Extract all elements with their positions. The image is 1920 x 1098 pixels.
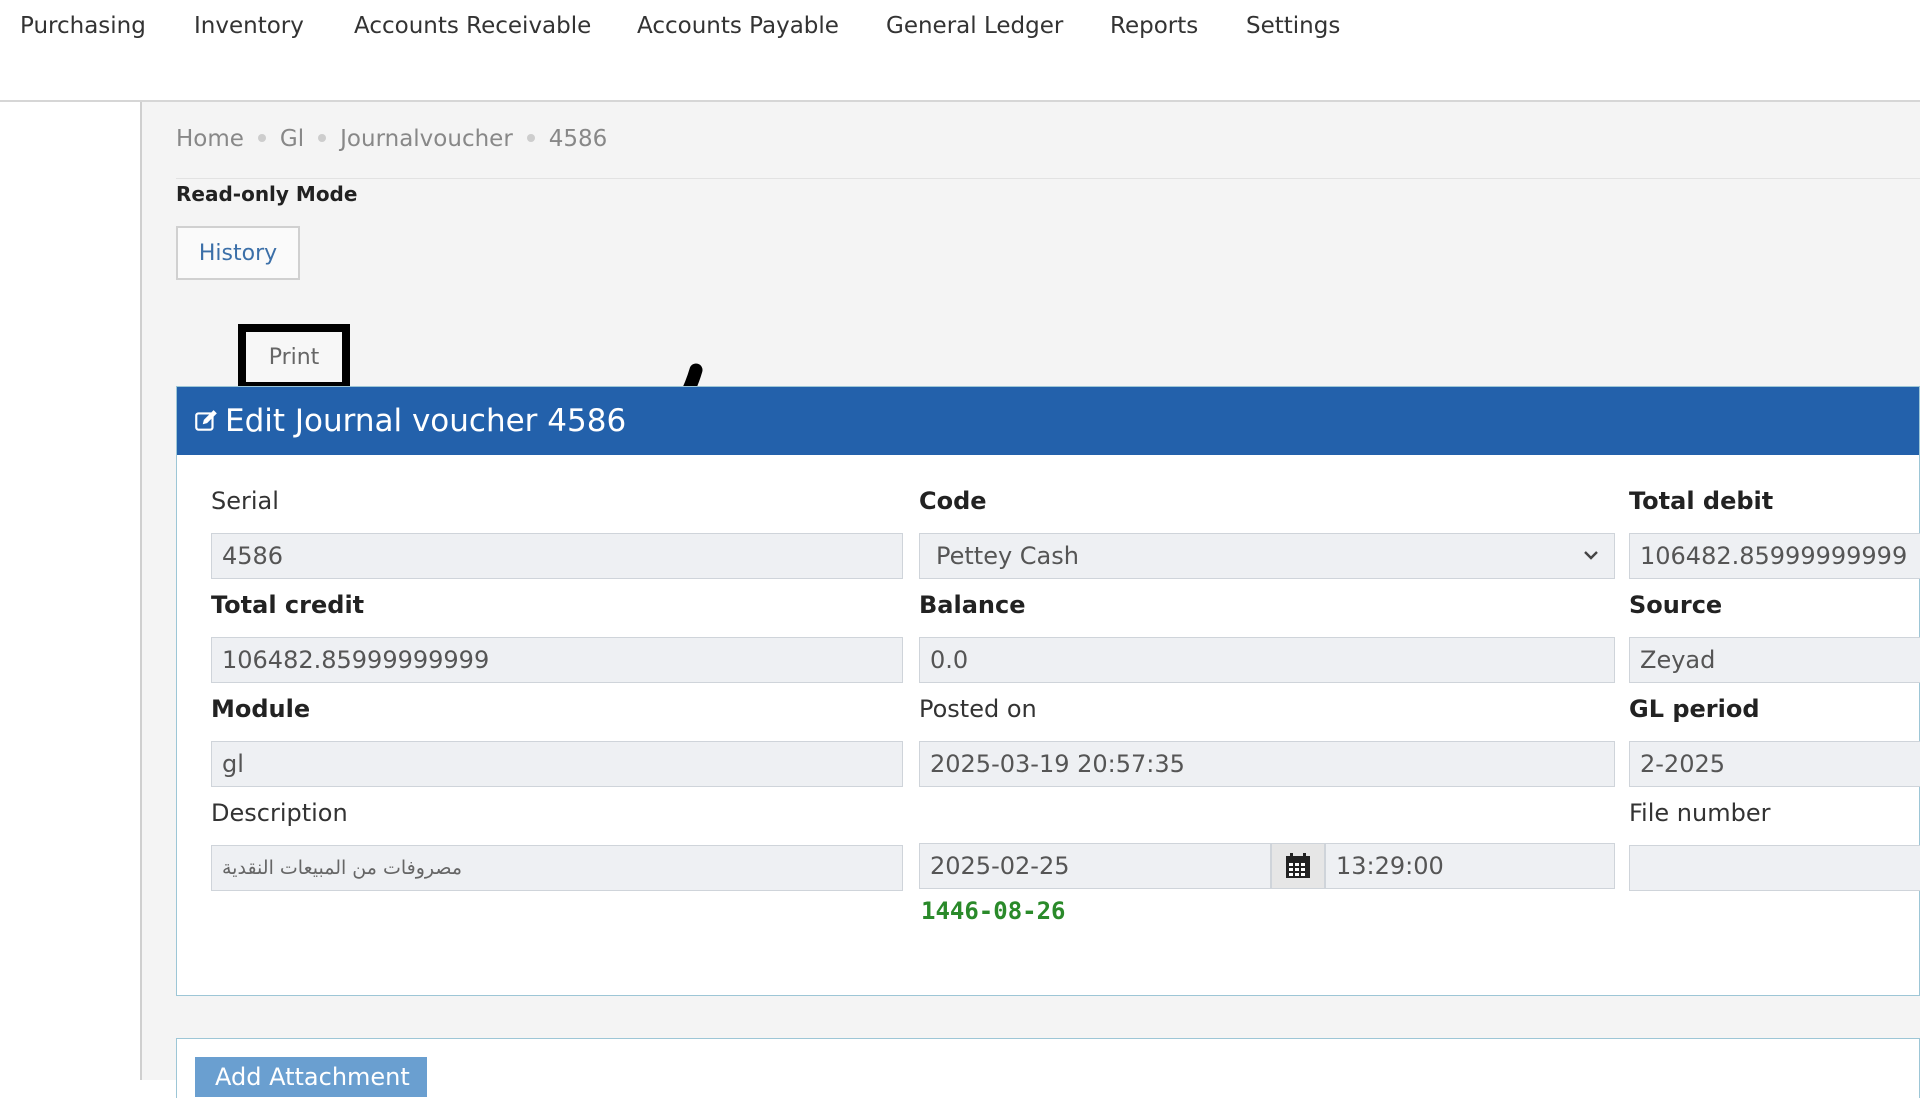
sidebar	[0, 102, 142, 1080]
edit-icon	[195, 410, 217, 431]
description-label: Description	[211, 799, 348, 827]
breadcrumb-separator	[318, 133, 327, 142]
total-credit-label: Total credit	[211, 591, 365, 619]
nav-item-general-ledger[interactable]: General Ledger	[886, 13, 1063, 39]
nav-item-reports[interactable]: Reports	[1110, 13, 1198, 39]
journal-voucher-panel: Edit Journal voucher 4586 Serial 4586 Co…	[176, 386, 1920, 996]
add-attachment-button[interactable]: Add Attachment	[195, 1057, 427, 1097]
nav-item-accounts-payable[interactable]: Accounts Payable	[637, 13, 839, 39]
total-credit-field[interactable]: 106482.85999999999	[211, 637, 903, 683]
breadcrumb-gl[interactable]: Gl	[280, 126, 304, 152]
breadcrumb-divider	[176, 178, 1920, 179]
calendar-button[interactable]	[1271, 843, 1325, 889]
print-button[interactable]: Print	[269, 345, 320, 370]
panel-title: Edit Journal voucher 4586	[225, 403, 627, 439]
file-number-label: File number	[1629, 799, 1771, 827]
serial-field[interactable]: 4586	[211, 533, 903, 579]
module-field[interactable]: gl	[211, 741, 903, 787]
total-debit-field[interactable]: 106482.85999999999	[1629, 533, 1920, 579]
code-select-value: Pettey Cash	[936, 542, 1079, 570]
posted-on-field[interactable]: 2025-03-19 20:57:35	[919, 741, 1615, 787]
history-button[interactable]: History	[176, 226, 300, 280]
nav-item-settings[interactable]: Settings	[1246, 13, 1340, 39]
gl-period-label: GL period	[1629, 695, 1760, 723]
source-field[interactable]: Zeyad	[1629, 637, 1920, 683]
balance-label: Balance	[919, 591, 1026, 619]
time-field[interactable]: 13:29:00	[1325, 843, 1615, 889]
calendar-icon	[1286, 853, 1310, 878]
print-highlight-box: Print	[238, 324, 350, 390]
nav-item-purchasing[interactable]: Purchasing	[20, 13, 146, 39]
code-label: Code	[919, 487, 987, 515]
breadcrumb: Home Gl Journalvoucher 4586	[176, 126, 607, 152]
gl-period-field[interactable]: 2-2025	[1629, 741, 1920, 787]
balance-field[interactable]: 0.0	[919, 637, 1615, 683]
file-number-field[interactable]	[1629, 845, 1920, 891]
date-field[interactable]: 2025-02-25	[919, 843, 1271, 889]
total-debit-label: Total debit	[1629, 487, 1774, 515]
breadcrumb-separator	[257, 133, 266, 142]
breadcrumb-home[interactable]: Home	[176, 126, 244, 152]
breadcrumb-journalvoucher[interactable]: Journalvoucher	[340, 126, 513, 152]
chevron-down-icon	[1584, 551, 1598, 560]
code-select[interactable]: Pettey Cash	[919, 533, 1615, 579]
posted-on-label: Posted on	[919, 695, 1037, 723]
attachments-panel: Add Attachment	[176, 1038, 1920, 1098]
panel-header: Edit Journal voucher 4586	[177, 387, 1919, 455]
module-label: Module	[211, 695, 311, 723]
nav-item-inventory[interactable]: Inventory	[194, 13, 304, 39]
breadcrumb-current: 4586	[548, 126, 608, 152]
nav-item-accounts-receivable[interactable]: Accounts Receivable	[354, 13, 591, 39]
description-field[interactable]: مصروفات من المبيعات النقدية	[211, 845, 903, 891]
read-only-mode-label: Read-only Mode	[176, 182, 358, 206]
hijri-date: 1446-08-26	[921, 897, 1066, 925]
breadcrumb-separator	[526, 133, 535, 142]
source-label: Source	[1629, 591, 1723, 619]
serial-label: Serial	[211, 487, 279, 515]
top-navigation: Purchasing Inventory Accounts Receivable…	[0, 0, 1920, 102]
main-content: Home Gl Journalvoucher 4586 Read-only Mode …	[142, 102, 1920, 1098]
